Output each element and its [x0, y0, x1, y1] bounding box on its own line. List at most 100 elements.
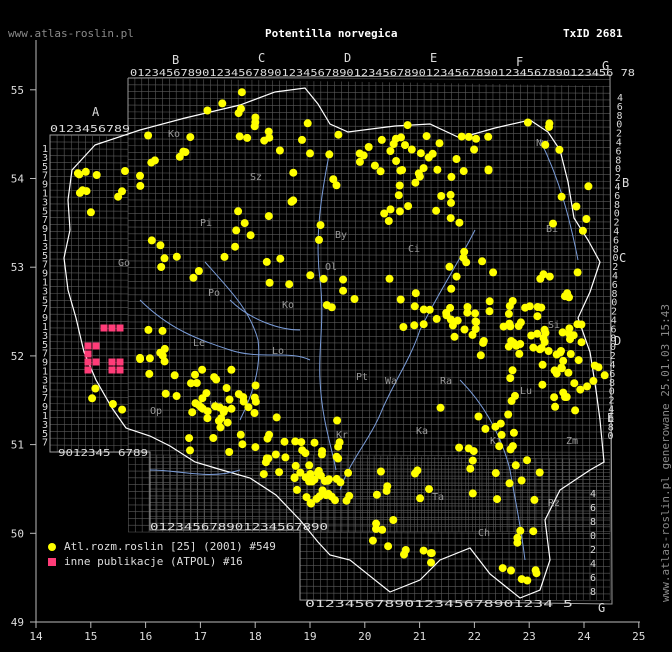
legend-entry-other: inne publikacje (ATPOL) #16 [48, 554, 276, 569]
occurrence-dot [455, 443, 464, 452]
occurrence-dot [289, 196, 298, 205]
occurrence-dot [73, 169, 82, 178]
occurrence-square [92, 358, 100, 366]
occurrence-dot [452, 272, 461, 281]
y-tick-label-50: 50 [11, 527, 24, 540]
occurrence-dot [459, 253, 468, 262]
occurrence-dot [160, 344, 169, 353]
occurrence-square [84, 366, 92, 374]
occurrence-dot [306, 271, 315, 280]
right-digit-low: 0 [590, 531, 596, 542]
occurrence-dot [551, 402, 560, 411]
occurrence-dot [383, 482, 392, 491]
occurrence-dot [577, 338, 586, 347]
x-tick-label-23: 23 [523, 630, 536, 643]
region-label-rz: Rz [548, 498, 560, 509]
occurrence-dot [399, 323, 408, 331]
bottom-digits-low: 0123456789012345678901234 5 [305, 599, 573, 610]
occurrence-dot [498, 564, 507, 573]
occurrence-dot [531, 566, 540, 575]
grid-letter-right-G: G [598, 601, 605, 615]
x-tick-label-18: 18 [249, 630, 262, 643]
occurrence-dot [555, 145, 564, 154]
occurrence-dot [385, 274, 394, 283]
grid-letter-E: E [430, 51, 437, 65]
y-tick-label-55: 55 [11, 84, 24, 97]
occurrence-dot [452, 155, 461, 163]
occurrence-dot [264, 212, 273, 221]
occurrence-dot [416, 149, 425, 158]
grid-line-h [127, 484, 611, 487]
occurrence-dot [463, 303, 472, 311]
occurrence-dot [344, 468, 353, 477]
occurrence-dot [264, 127, 273, 136]
region-label-le: Le [193, 338, 205, 349]
occurrence-dot [319, 274, 328, 283]
occurrence-dot [315, 235, 323, 244]
legend-label-other: inne publikacje (ATPOL) #16 [64, 555, 243, 568]
occurrence-dot [386, 147, 395, 155]
grid-line-h [127, 436, 611, 440]
occurrence-dot [339, 286, 348, 295]
occurrence-dot [355, 149, 364, 158]
occurrence-dot [384, 542, 393, 551]
occurrence-dot [491, 469, 500, 478]
occurrence-dot [419, 546, 428, 555]
occurrence-dot [297, 438, 306, 447]
right-digit-low: 6 [590, 503, 596, 514]
occurrence-dot [541, 140, 550, 149]
occurrence-dot [419, 320, 428, 329]
occurrence-dot [419, 305, 428, 314]
occurrence-dot [446, 303, 455, 312]
occurrence-dot [198, 365, 207, 374]
occurrence-dot [136, 355, 145, 364]
occurrence-dot [571, 406, 580, 415]
occurrence-dot [583, 382, 592, 391]
occurrence-dot [508, 366, 517, 375]
occurrence-dot [145, 369, 154, 378]
occurrence-dot [275, 146, 284, 155]
occurrence-dot [303, 119, 312, 128]
region-label-ko: Ko [168, 129, 180, 140]
occurrence-dot [86, 208, 95, 217]
grid-line-h [299, 565, 611, 567]
grid-line-h [299, 592, 611, 595]
occurrence-dot [214, 416, 223, 425]
region-label-lo: Lo [272, 346, 284, 357]
occurrence-dot [489, 268, 498, 277]
occurrence-dot [376, 167, 385, 176]
occurrence-dot [544, 347, 553, 355]
occurrence-dot [370, 161, 379, 170]
occurrence-dot [250, 409, 259, 417]
occurrence-dot [114, 192, 123, 201]
occurrence-dot [88, 394, 97, 403]
occurrence-dot [339, 275, 348, 284]
occurrence-dot [272, 413, 281, 422]
occurrence-dot [160, 254, 169, 263]
occurrence-dot [523, 456, 531, 465]
x-tick-label-22: 22 [468, 630, 481, 643]
occurrence-square [108, 324, 116, 332]
x-tick-label-16: 16 [139, 630, 152, 643]
occurrence-dot [410, 302, 419, 311]
y-tick-label-49: 49 [11, 616, 24, 629]
grid-line-h [127, 430, 611, 433]
occurrence-dot [479, 338, 488, 347]
occurrence-dot [450, 332, 459, 341]
occurrence-dot [517, 476, 526, 485]
occurrence-dot [410, 321, 419, 330]
occurrence-dot [582, 215, 591, 223]
grid-line-h [127, 463, 611, 467]
occurrence-dot [507, 566, 515, 575]
occurrence-dot [203, 106, 212, 115]
occurrence-dot [265, 430, 274, 439]
occurrence-dot [433, 165, 442, 174]
occurrence-dot [455, 218, 464, 227]
legend-label-atlas: Atl.rozm.roslin [25] (2001) #549 [64, 540, 276, 553]
region-label-pi: Pi [200, 218, 212, 229]
occurrence-dot [550, 393, 559, 402]
right-digit-low: 4 [590, 489, 596, 500]
occurrence-dot [232, 226, 241, 235]
occurrence-dot [234, 109, 243, 118]
y-tick-label-53: 53 [11, 261, 24, 274]
